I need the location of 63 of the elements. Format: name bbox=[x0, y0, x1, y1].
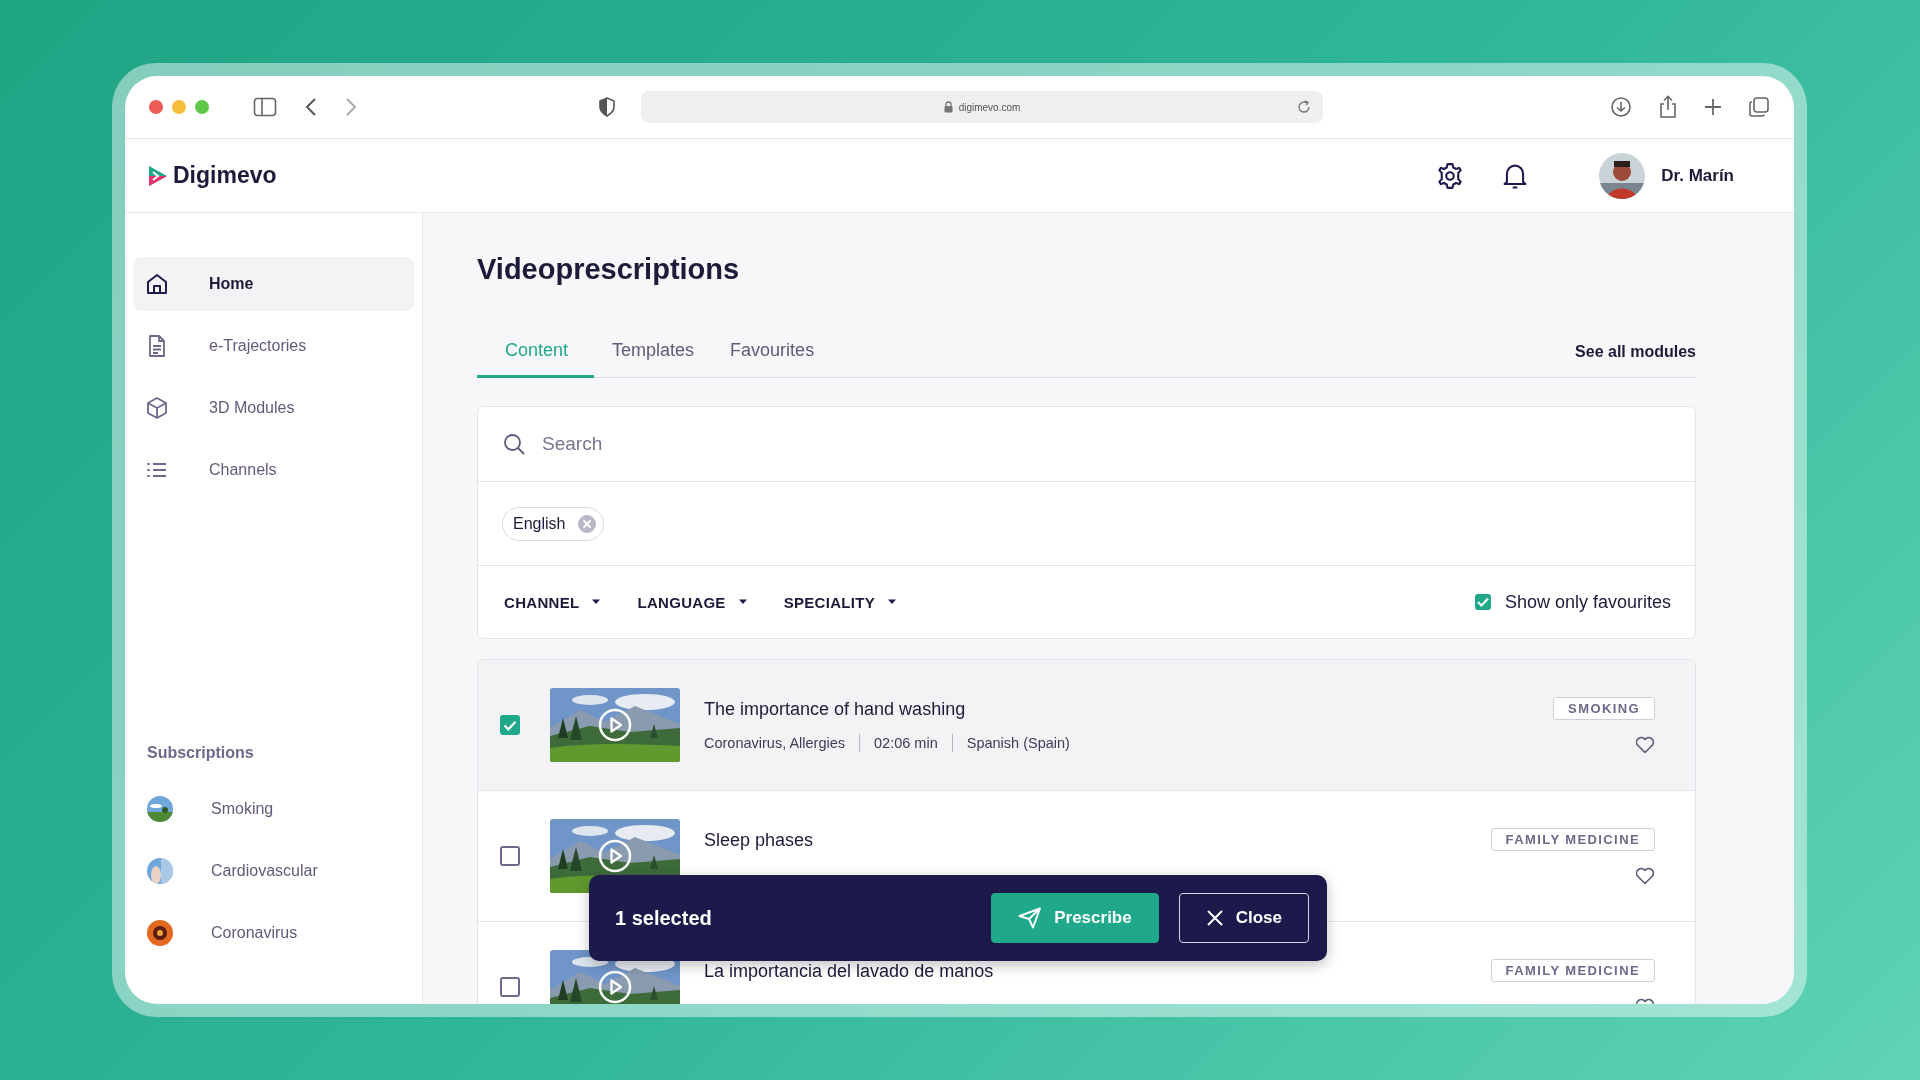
send-icon bbox=[1018, 907, 1043, 929]
tab[interactable]: Favourites bbox=[712, 340, 833, 378]
tag: FAMILY MEDICINE bbox=[1490, 827, 1655, 851]
play-icon[interactable] bbox=[598, 708, 632, 742]
heart-icon[interactable] bbox=[1635, 735, 1655, 754]
user-name[interactable]: Dr. Marín bbox=[1661, 165, 1734, 186]
checkbox[interactable] bbox=[500, 715, 520, 735]
check-icon bbox=[503, 719, 517, 731]
favourites-checkbox[interactable]: Show only favourites bbox=[1474, 591, 1671, 613]
page-title: Videoprescriptions bbox=[477, 253, 741, 286]
section-title: Subscriptions bbox=[147, 744, 255, 762]
sidebar-item[interactable]: Home bbox=[133, 257, 414, 311]
close-window-icon[interactable] bbox=[149, 100, 163, 114]
video-language: Spanish (Spain) bbox=[966, 734, 1070, 751]
lock-icon bbox=[943, 101, 953, 113]
caret-icon bbox=[887, 599, 898, 605]
app-name: Digimevo bbox=[173, 162, 277, 189]
caret-icon bbox=[591, 599, 602, 605]
plus-icon[interactable] bbox=[1704, 98, 1722, 116]
checkbox[interactable] bbox=[500, 977, 520, 997]
video-title: Sleep phases bbox=[704, 830, 814, 851]
back-icon[interactable] bbox=[305, 98, 317, 116]
heart-icon[interactable] bbox=[1635, 866, 1655, 885]
share-icon[interactable] bbox=[1658, 95, 1678, 119]
sidebar-item[interactable]: e-Trajectories bbox=[133, 319, 414, 373]
logo-icon bbox=[147, 163, 169, 188]
tag: FAMILY MEDICINE bbox=[1490, 958, 1655, 982]
chip-label: English bbox=[513, 514, 566, 533]
subscription-item[interactable]: Cardiovascular bbox=[147, 840, 400, 902]
play-icon[interactable] bbox=[598, 970, 632, 1004]
sidebar-toggle-icon[interactable] bbox=[253, 97, 277, 117]
video-title: The importance of hand washing bbox=[704, 698, 967, 720]
filter-dropdown[interactable]: SPECIALITY bbox=[783, 593, 898, 611]
filter-dropdown[interactable]: LANGUAGE bbox=[637, 593, 748, 611]
tag: SMOKING bbox=[1553, 696, 1655, 720]
home-icon bbox=[145, 272, 169, 296]
close-button[interactable]: Close bbox=[1178, 893, 1309, 943]
reload-icon[interactable] bbox=[1297, 100, 1311, 114]
close-icon bbox=[1205, 909, 1224, 927]
see-all-link[interactable]: See all modules bbox=[1575, 343, 1696, 377]
checkbox[interactable] bbox=[1474, 594, 1491, 610]
check-icon bbox=[1476, 597, 1489, 607]
play-icon[interactable] bbox=[598, 839, 632, 873]
subscription-item[interactable]: Smoking bbox=[147, 778, 400, 840]
checkbox[interactable] bbox=[500, 846, 520, 866]
sidebar-item[interactable]: 3D Modules bbox=[133, 381, 414, 435]
tab[interactable]: Templates bbox=[594, 340, 713, 378]
shield-icon[interactable] bbox=[599, 97, 615, 117]
search-field[interactable]: Search bbox=[542, 424, 1671, 464]
search-icon bbox=[502, 432, 526, 456]
url-text: digimevo.com bbox=[958, 101, 1021, 113]
tabs-icon[interactable] bbox=[1748, 96, 1770, 118]
sidebar-item[interactable]: Channels bbox=[133, 443, 414, 497]
download-icon[interactable] bbox=[1610, 96, 1632, 118]
video-duration: 02:06 min bbox=[874, 734, 938, 751]
subscription-item[interactable]: Coronavirus bbox=[147, 902, 400, 964]
cube-icon bbox=[145, 396, 169, 420]
address-bar[interactable]: digimevo.com bbox=[641, 91, 1323, 123]
filter-dropdown[interactable]: CHANNEL bbox=[504, 593, 602, 611]
video-row[interactable]: The importance of hand washing Coronavirus, Allergies 02:06 min Spanish (Spain) SMOKING bbox=[478, 660, 1695, 791]
video-title: La importancia del lavado de manos bbox=[704, 961, 994, 982]
caret-icon bbox=[737, 599, 748, 605]
video-topics: Coronavirus, Allergies bbox=[704, 734, 846, 751]
